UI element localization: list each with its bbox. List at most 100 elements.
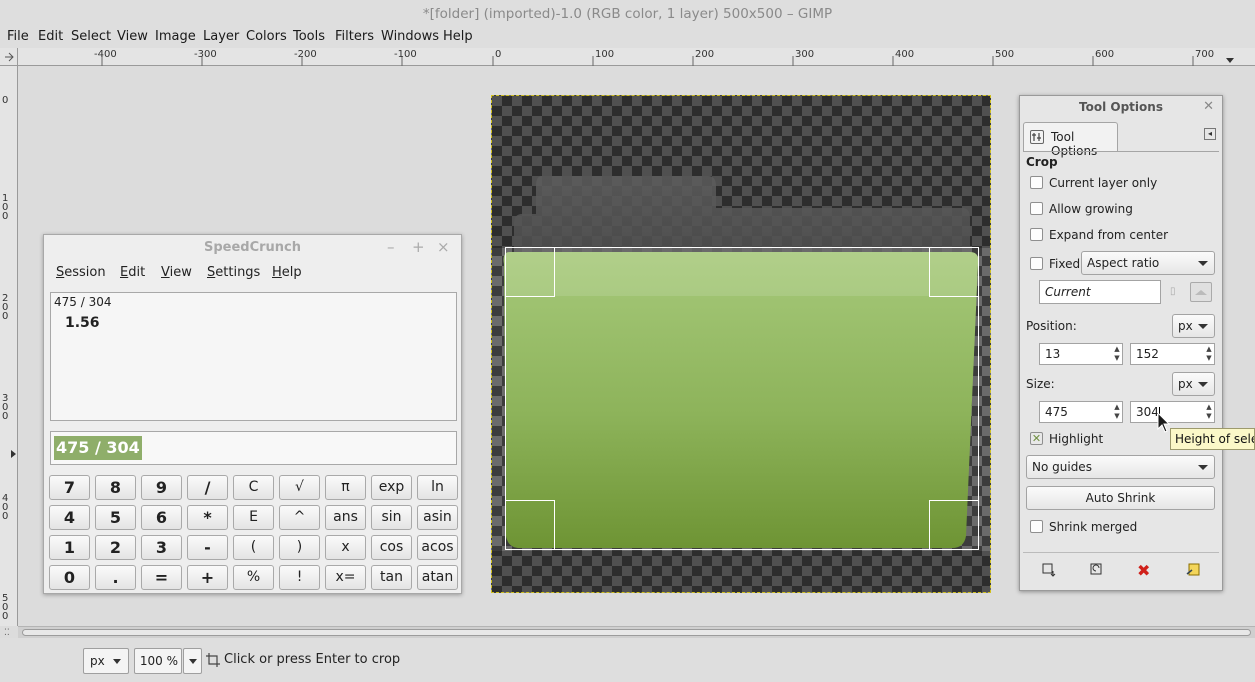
key-button[interactable]: 0: [49, 565, 90, 590]
vertical-ruler[interactable]: 0 100 200 300 400 500: [0, 66, 18, 626]
tab-tool-options[interactable]: Tool Options: [1023, 122, 1118, 158]
key-button[interactable]: acos: [417, 535, 458, 560]
tool-options-dock[interactable]: Tool Options ✕ Tool Options ◂ Crop Curre…: [1019, 95, 1223, 591]
ruler-corner-button[interactable]: [0, 48, 18, 66]
aspect-ratio-field[interactable]: Current: [1039, 280, 1161, 304]
menu-edit[interactable]: Edit: [38, 29, 63, 44]
key-button[interactable]: !: [279, 565, 320, 590]
key-button[interactable]: π: [325, 475, 366, 500]
key-button[interactable]: *: [187, 505, 228, 530]
expand-from-center-checkbox[interactable]: [1030, 228, 1043, 241]
expression-input[interactable]: 475 / 304: [50, 431, 457, 465]
key-button[interactable]: ln: [417, 475, 458, 500]
current-layer-only-checkbox[interactable]: [1030, 176, 1043, 189]
menu-colors[interactable]: Colors: [246, 29, 287, 44]
key-button[interactable]: ): [279, 535, 320, 560]
key-button[interactable]: x: [325, 535, 366, 560]
menu-select[interactable]: Select: [71, 29, 111, 44]
key-button[interactable]: cos: [371, 535, 412, 560]
landscape-icon[interactable]: [1190, 282, 1212, 302]
key-button[interactable]: .: [95, 565, 136, 590]
key-button[interactable]: /: [187, 475, 228, 500]
allow-growing-checkbox[interactable]: [1030, 202, 1043, 215]
key-button[interactable]: ^: [279, 505, 320, 530]
key-button[interactable]: 3: [141, 535, 182, 560]
position-unit-select[interactable]: px: [1172, 314, 1215, 338]
scrollbar-thumb[interactable]: [22, 629, 1251, 636]
spin-arrows-icon[interactable]: ▲ ▼: [1113, 345, 1121, 363]
sc-menu-settings[interactable]: Settings: [207, 265, 260, 280]
menu-image[interactable]: Image: [155, 29, 196, 44]
close-icon[interactable]: ×: [437, 238, 450, 256]
key-button[interactable]: C: [233, 475, 274, 500]
key-button[interactable]: x=: [325, 565, 366, 590]
spin-arrows-icon[interactable]: ▲ ▼: [1205, 345, 1213, 363]
close-icon[interactable]: ✕: [1203, 99, 1214, 114]
menu-filters[interactable]: Filters: [335, 29, 374, 44]
key-button[interactable]: 1: [49, 535, 90, 560]
zoom-dropdown-button[interactable]: [183, 648, 202, 674]
key-button[interactable]: 8: [95, 475, 136, 500]
sc-menu-view[interactable]: View: [161, 265, 192, 280]
key-button[interactable]: atan: [417, 565, 458, 590]
menu-layer[interactable]: Layer: [203, 29, 239, 44]
key-button[interactable]: √: [279, 475, 320, 500]
dock-menu-icon[interactable]: ◂: [1204, 128, 1216, 140]
save-options-icon[interactable]: [1041, 562, 1057, 581]
sc-menu-help[interactable]: Help: [272, 265, 302, 280]
spin-arrows-icon[interactable]: ▲ ▼: [1113, 403, 1121, 421]
reset-options-icon[interactable]: [1185, 562, 1201, 581]
ruler-label: 400: [2, 493, 9, 522]
key-button[interactable]: ans: [325, 505, 366, 530]
key-button[interactable]: tan: [371, 565, 412, 590]
result-display[interactable]: 475 / 304 1.56: [50, 292, 457, 421]
unit-select[interactable]: px: [83, 648, 129, 674]
maximize-icon[interactable]: +: [412, 238, 425, 256]
key-button[interactable]: =: [141, 565, 182, 590]
key-button[interactable]: %: [233, 565, 274, 590]
menu-windows[interactable]: Windows: [381, 29, 439, 44]
key-button[interactable]: 9: [141, 475, 182, 500]
key-button[interactable]: asin: [417, 505, 458, 530]
key-button[interactable]: E: [233, 505, 274, 530]
size-unit-select[interactable]: px: [1172, 372, 1215, 396]
key-button[interactable]: 7: [49, 475, 90, 500]
horizontal-ruler[interactable]: -400 -300 -200 -100 0 100 200 300 400 50…: [18, 48, 1255, 66]
key-button[interactable]: -: [187, 535, 228, 560]
size-height-field[interactable]: 304 ▲ ▼: [1130, 401, 1215, 423]
key-button[interactable]: sin: [371, 505, 412, 530]
highlight-checkbox[interactable]: ✕: [1030, 432, 1043, 445]
menu-help[interactable]: Help: [443, 29, 473, 44]
menu-tools[interactable]: Tools: [293, 29, 325, 44]
key-button[interactable]: 2: [95, 535, 136, 560]
position-x-field[interactable]: 13 ▲ ▼: [1039, 343, 1123, 365]
auto-shrink-button[interactable]: Auto Shrink: [1026, 486, 1215, 510]
shrink-merged-checkbox[interactable]: [1030, 520, 1043, 533]
spin-arrows-icon[interactable]: ▲ ▼: [1205, 403, 1213, 421]
key-button[interactable]: 6: [141, 505, 182, 530]
minimize-icon[interactable]: –: [387, 238, 395, 256]
restore-options-icon[interactable]: [1089, 562, 1105, 581]
size-width-field[interactable]: 475 ▲ ▼: [1039, 401, 1123, 423]
key-button[interactable]: (: [233, 535, 274, 560]
fixed-mode-select[interactable]: Aspect ratio: [1081, 251, 1215, 275]
key-button[interactable]: 5: [95, 505, 136, 530]
fixed-label: Fixed:: [1049, 257, 1085, 271]
key-button[interactable]: exp: [371, 475, 412, 500]
clear-icon[interactable]: ▯: [1170, 286, 1182, 298]
navigate-icon[interactable]: ⁚⁚: [4, 628, 10, 638]
delete-options-icon[interactable]: ✖: [1137, 561, 1150, 580]
key-button[interactable]: +: [187, 565, 228, 590]
sc-menu-edit[interactable]: Edit: [120, 265, 145, 280]
zoom-field[interactable]: 100 %: [134, 648, 182, 674]
position-y-field[interactable]: 152 ▲ ▼: [1130, 343, 1215, 365]
menu-file[interactable]: File: [7, 29, 29, 44]
speedcrunch-window[interactable]: SpeedCrunch – + × Session Edit View Sett…: [43, 234, 462, 594]
sc-menu-session[interactable]: Session: [56, 265, 106, 280]
key-button[interactable]: 4: [49, 505, 90, 530]
guides-select[interactable]: No guides: [1026, 455, 1215, 479]
fixed-checkbox[interactable]: [1030, 257, 1043, 270]
menu-view[interactable]: View: [117, 29, 148, 44]
horizontal-scrollbar[interactable]: [18, 626, 1255, 638]
image-layer[interactable]: [491, 95, 991, 593]
